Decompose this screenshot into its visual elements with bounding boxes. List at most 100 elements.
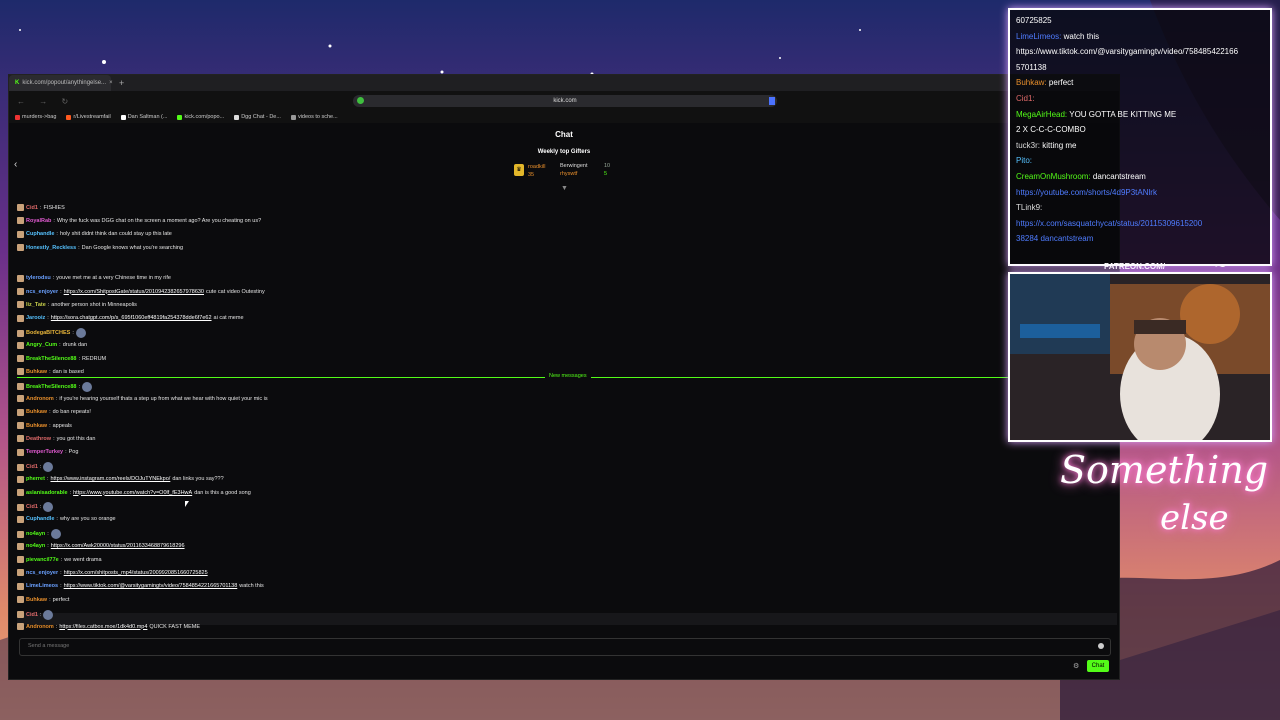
chat-link[interactable]: https://x.com/ShitpostGate/status/201094… — [64, 289, 204, 295]
chat-username[interactable]: TemperTurkey — [26, 449, 63, 455]
gifter-name[interactable]: Berwingent — [560, 163, 588, 169]
bookmark-item[interactable]: kick.com/popo... — [177, 114, 224, 120]
colon: : — [55, 623, 58, 630]
bookmark-item[interactable]: Dgg Chat - De... — [234, 114, 281, 120]
chat-username[interactable]: Buhkaw — [26, 597, 47, 603]
badge-icon — [17, 341, 24, 349]
chat-link[interactable]: https://www.tiktok.com/@varsitygamingtv/… — [64, 583, 238, 589]
gear-icon[interactable]: ⚙ — [1073, 662, 1079, 670]
chat-link[interactable]: https://files.catbox.moe/1dk4d0.mp4 — [59, 624, 147, 630]
chat-text: why are you so orange — [59, 516, 116, 523]
chat-username[interactable]: Andronom — [26, 396, 54, 402]
chat-message: BodegaBITCHES: — [17, 328, 86, 339]
chat-username[interactable]: pievancil77e — [26, 557, 59, 563]
chat-message: TemperTurkey: Pog — [17, 448, 78, 456]
badge-icon — [17, 596, 24, 604]
chat-username[interactable]: liz_Tate — [26, 302, 46, 308]
badge-icon — [17, 611, 24, 619]
tab-bar: K kick.com/popout/anythingelse... × + — [9, 75, 1119, 91]
nav-buttons[interactable]: ← → ↻ — [17, 97, 74, 106]
chat-link[interactable]: https://x.com/Awk20000/status/2011633468… — [51, 543, 185, 549]
badge-icon — [17, 368, 24, 376]
chat-link[interactable]: https://www.instagram.com/reels/DOJuTYNE… — [50, 476, 170, 482]
chat-username[interactable]: tylerodsu — [26, 275, 51, 281]
chat-username[interactable]: no4ayn — [26, 531, 45, 537]
chat-username[interactable]: Buhkaw — [26, 369, 47, 375]
gifter-count: 5 — [604, 171, 608, 177]
chat-username[interactable]: Jarooiz — [26, 315, 45, 321]
shield-icon[interactable] — [357, 97, 364, 104]
bookmark-icon[interactable] — [769, 97, 775, 105]
chat-username[interactable]: Cuphandle — [26, 516, 54, 522]
chat-username[interactable]: Buhkaw — [26, 409, 47, 415]
colon: : — [60, 288, 62, 295]
emote-icon — [50, 529, 61, 540]
chat-username[interactable]: Buhkaw — [26, 423, 47, 429]
overlay-text: watch this — [1063, 31, 1100, 41]
chat-username[interactable]: BreakTheSilence88 — [26, 384, 76, 390]
overlay-text: dancantstream — [1092, 172, 1146, 181]
chat-username[interactable]: Cuphandle — [26, 231, 54, 237]
chat-link[interactable]: https://sora.chatgpt.com/p/s_695f1060eff… — [51, 315, 212, 321]
colon: : — [39, 204, 42, 211]
chat-username[interactable]: ncs_enjoyer — [26, 570, 58, 576]
chat-username[interactable]: Cid1 — [26, 612, 38, 618]
chat-username[interactable]: BreakTheSilence88 — [26, 356, 76, 362]
gifter-name[interactable]: rhyswtf — [560, 171, 577, 177]
message-input[interactable]: Send a message — [19, 638, 1111, 656]
address-bar: ← → ↻ kick.com — [9, 91, 1119, 111]
bookmark-item[interactable]: Dan Saltman (... — [120, 114, 167, 120]
overlay-text: 5701138 — [1016, 62, 1047, 72]
overlay-username: Pito — [1016, 156, 1030, 166]
badge-icon — [17, 422, 24, 429]
chat-username[interactable]: no4ayn — [26, 543, 45, 549]
badge-icon — [17, 569, 24, 577]
chat-username[interactable]: BodegaBITCHES — [26, 330, 70, 336]
colon: : — [47, 531, 49, 538]
chat-username[interactable]: Andronom — [26, 624, 54, 630]
chat-message: liz_Tate: another person shot in Minneapo… — [17, 301, 137, 309]
chat-username[interactable]: LimeLimeos — [26, 583, 58, 589]
chat-username[interactable]: aslanisadorable — [26, 490, 68, 496]
overlay-chat-line: tuck3r: kitting me — [1016, 141, 1076, 150]
chat-username[interactable]: Honestly_Reckless — [26, 245, 76, 251]
gifter-name[interactable]: roadkill — [528, 164, 545, 170]
chat-link[interactable]: https://www.youtube.com/watch?v=O0lf_fE3… — [73, 490, 192, 496]
url-field[interactable]: kick.com — [353, 95, 777, 107]
chat-username[interactable]: Cid1 — [26, 205, 38, 211]
overlay-username: TLink9 — [1016, 203, 1041, 213]
bookmark-item[interactable]: videos to sche... — [290, 114, 338, 120]
chat-username[interactable]: Angry_Cum — [26, 342, 57, 348]
chat-text: we went drama — [64, 556, 102, 563]
chat-username[interactable]: Deathrow — [26, 436, 51, 442]
browser-tab[interactable]: K kick.com/popout/anythingelse... × — [9, 75, 113, 91]
chat-link[interactable]: https://x.com/shitposts_mp4/status/20099… — [64, 570, 208, 576]
close-tab-icon[interactable]: × — [109, 80, 113, 86]
crown-icon: ♛ — [514, 164, 524, 176]
chat-text: Dan Google knows what you're searching — [81, 244, 184, 251]
overlay-chat-line: Pito: — [1016, 156, 1032, 165]
chat-username[interactable]: pherret — [26, 476, 45, 482]
chat-username[interactable]: Cid1 — [26, 504, 38, 510]
colon: : — [65, 449, 67, 456]
chat-username[interactable]: RoyalRab — [26, 218, 51, 224]
chat-username[interactable]: ncs_enjoyer — [26, 289, 58, 295]
bookmarks-bar: murders->bag r/Livestreamfail Dan Saltma… — [9, 111, 1119, 123]
chat-username[interactable]: Cid1 — [26, 464, 38, 470]
colon: : — [49, 596, 51, 603]
message-placeholder: Send a message — [28, 643, 70, 649]
bookmark-item[interactable]: murders->bag — [15, 114, 56, 120]
colon: : — [49, 368, 51, 375]
stream-chat-overlay: 60725825 LimeLimeos: watch this https://ww… — [1008, 8, 1272, 266]
emote-icon — [81, 381, 92, 392]
new-tab-button[interactable]: + — [119, 78, 124, 88]
emote-picker-icon[interactable] — [1098, 643, 1104, 649]
chevron-down-icon[interactable]: ▼ — [561, 185, 568, 192]
bookmark-item[interactable]: r/Livestreamfail — [66, 114, 111, 120]
send-chat-button[interactable]: Chat — [1087, 660, 1109, 672]
chat-message: ncs_enjoyer: https://x.com/shitposts_mp4/… — [17, 569, 208, 577]
overlay-text: 2 X C-C-C-COMBO — [1016, 125, 1086, 135]
chat-text: holy shit didnt think dan could stay up … — [59, 231, 172, 238]
chat-message: Andronom: if you're hearing yourself that… — [17, 395, 268, 403]
back-arrow-icon[interactable]: ‹ — [14, 159, 17, 170]
